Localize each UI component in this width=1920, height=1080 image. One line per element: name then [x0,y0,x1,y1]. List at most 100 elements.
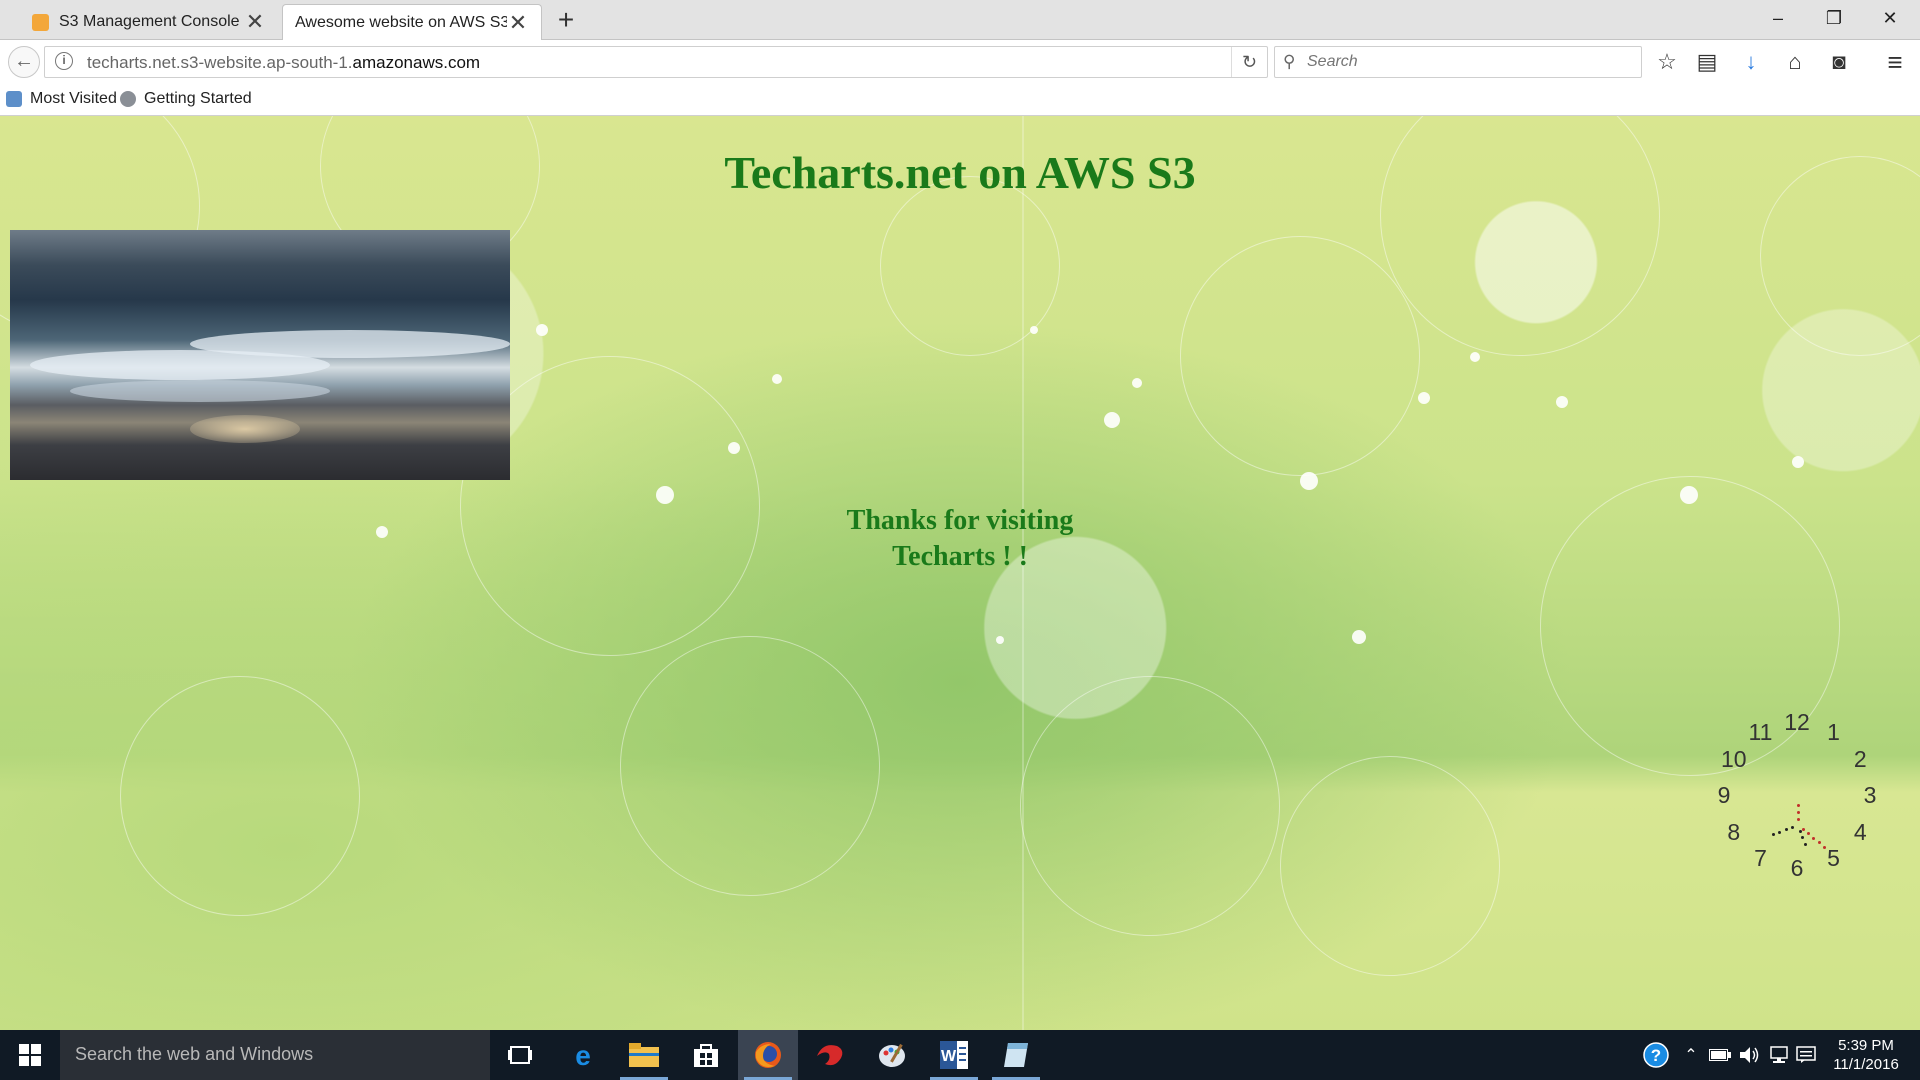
clock-hand-dot [1797,811,1800,814]
search-bar[interactable]: ⚲ [1274,46,1642,78]
globe-icon [120,91,136,107]
address-bar[interactable]: i techarts.net.s3-website.ap-south-1.ama… [44,46,1268,78]
battery-icon [1709,1049,1731,1061]
bokeh-dot [1030,326,1038,334]
system-time: 5:39 PM [1838,1037,1894,1054]
clock-hand-dot [1823,845,1827,849]
bokeh-dot [728,442,740,454]
bokeh-dot [772,374,782,384]
clock-number: 3 [1863,782,1877,808]
back-button[interactable]: ← [8,46,40,78]
paint-palette-icon [879,1043,905,1067]
bokeh-ring [1180,236,1420,476]
pocket-icon[interactable]: ◙ [1824,48,1854,76]
reading-list-icon[interactable]: ▤ [1692,48,1722,76]
bokeh-ring [1020,676,1280,936]
reload-button[interactable]: ↻ [1231,47,1267,77]
firefox-button[interactable] [738,1030,798,1080]
url-text[interactable]: techarts.net.s3-website.ap-south-1.amazo… [87,53,480,73]
thanks-line-2: Techarts ! ! [892,541,1028,572]
bokeh-dot [1470,352,1480,362]
bokeh-ring [620,636,880,896]
clock-number: 12 [1784,709,1810,735]
help-tray-button[interactable]: ? [1638,1030,1674,1080]
word-button[interactable]: W [924,1030,984,1080]
clock-hand-dot [1771,833,1775,837]
show-hidden-icons-button[interactable]: ⌃ [1680,1030,1702,1080]
task-view-icon [508,1046,532,1064]
close-tab-icon[interactable]: ✕ [244,11,266,33]
clock-hand-dot [1801,836,1805,840]
svg-text:e: e [575,1041,591,1069]
minimize-button[interactable]: – [1756,4,1800,32]
search-input[interactable] [1307,51,1627,73]
analog-clock: 12 1 2 3 4 5 6 7 8 9 10 11 [1712,706,1882,881]
system-clock[interactable]: 5:39 PM 11/1/2016 [1818,1036,1914,1074]
bokeh-dot [1300,472,1318,490]
start-button[interactable] [0,1030,60,1080]
close-window-button[interactable]: ✕ [1868,4,1912,32]
clock-hand-dot [1801,827,1805,831]
notepad-icon [1004,1043,1028,1067]
tab-label: S3 Management Console [59,13,240,30]
close-tab-icon[interactable]: ✕ [507,12,529,34]
restore-button[interactable]: ❐ [1812,4,1856,32]
clock-hand-dot [1812,836,1816,840]
notifications-tray[interactable] [1794,1030,1818,1080]
svg-text:W: W [941,1048,957,1065]
search-icon: ⚲ [1283,52,1296,71]
svg-text:?: ? [1651,1046,1661,1065]
bookmark-most-visited[interactable]: Most Visited [6,90,117,108]
bokeh-dot [536,324,548,336]
clock-hand-dot [1803,842,1807,846]
red-app-button[interactable] [800,1030,860,1080]
clock-number: 8 [1727,818,1741,845]
taskbar-search-box[interactable]: Search the web and Windows [60,1030,490,1080]
firefox-icon [755,1042,781,1068]
bookmark-getting-started[interactable]: Getting Started [120,90,252,108]
volume-tray[interactable] [1736,1030,1764,1080]
web-page: Techarts.net on AWS S3 Thanks for visiti… [0,116,1920,1030]
wave-foam [190,330,510,358]
windows-logo-icon [19,1044,41,1066]
store-button[interactable] [676,1030,736,1080]
sun-reflection [190,415,300,443]
bokeh-dot [996,636,1004,644]
bokeh-dot [1680,486,1698,504]
battery-tray[interactable] [1706,1030,1734,1080]
network-tray[interactable] [1766,1030,1792,1080]
new-tab-button[interactable]: + [552,6,580,34]
page-title: Techarts.net on AWS S3 [724,147,1196,198]
bokeh-dot [1132,378,1142,388]
bokeh-ring [1280,756,1500,976]
bookmark-label: Most Visited [30,90,117,107]
tab-s3-console[interactable]: S3 Management Console ✕ [20,4,278,40]
bokeh-dot [1104,412,1120,428]
bookmark-label: Getting Started [144,90,252,107]
bookmark-star-icon[interactable]: ☆ [1652,48,1682,76]
file-explorer-button[interactable] [614,1030,674,1080]
folder-icon [629,1043,659,1067]
volume-icon [1740,1047,1759,1063]
bokeh-dot [1556,396,1568,408]
folder-icon [6,91,22,107]
tab-awesome-website[interactable]: Awesome website on AWS S3 ✕ [282,4,542,41]
edge-icon: e [575,1041,591,1069]
task-view-button[interactable] [490,1030,550,1080]
clock-hand-dot [1778,830,1782,834]
clock-number: 4 [1853,818,1867,845]
menu-icon[interactable]: ≡ [1880,48,1910,76]
clock-hand-dot [1797,804,1800,807]
downloads-icon[interactable]: ↓ [1736,48,1766,76]
home-icon[interactable]: ⌂ [1780,48,1810,76]
clock-hand-dot [1797,818,1800,821]
edge-button[interactable]: e [553,1030,613,1080]
action-center-icon [1796,1046,1816,1063]
site-info-icon[interactable]: i [55,52,73,70]
wave-foam [70,380,330,402]
paint-app-button[interactable] [862,1030,922,1080]
clock-hand-dot [1806,832,1810,836]
notes-app-button[interactable] [986,1030,1046,1080]
tab-strip: S3 Management Console ✕ Awesome website … [0,0,1920,41]
navigation-bar: ← i techarts.net.s3-website.ap-south-1.a… [0,40,1920,84]
